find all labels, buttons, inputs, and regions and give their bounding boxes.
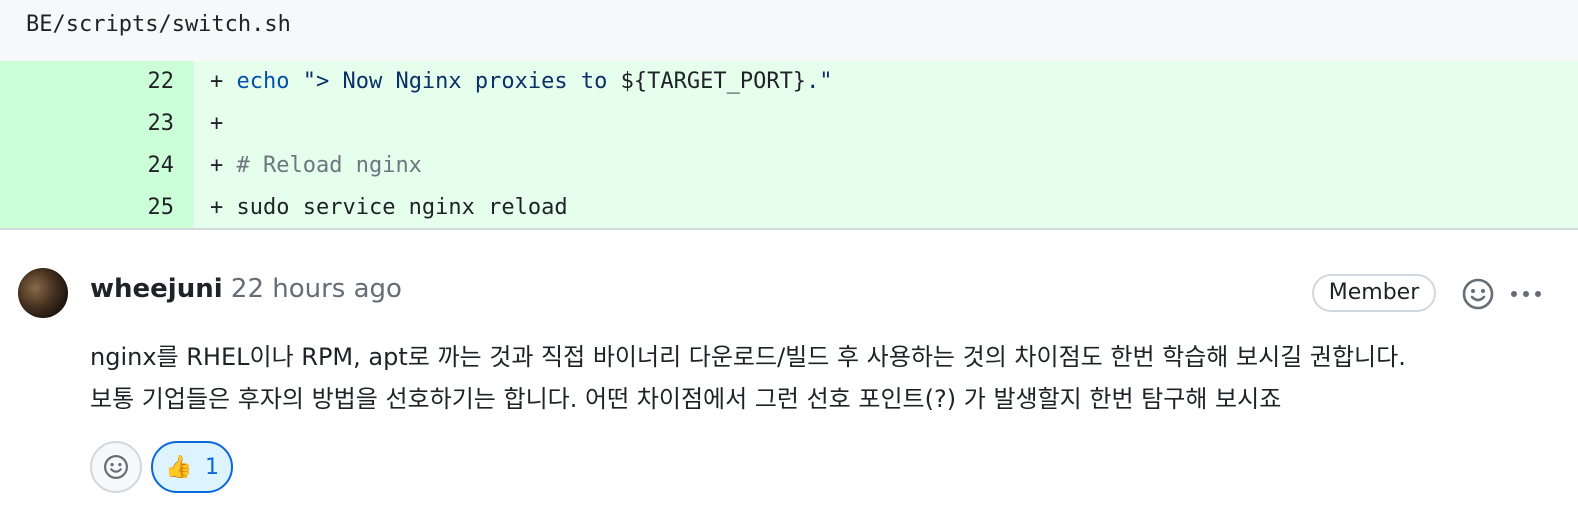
diff-line: 25 + sudo service nginx reload — [0, 187, 1578, 229]
diff-line: 22 + echo "> Now Nginx proxies to ${TARG… — [0, 61, 1578, 103]
thumbs-up-reaction-button[interactable]: 👍 1 — [151, 441, 233, 493]
kebab-horizontal-icon — [1511, 291, 1541, 297]
code-line: + — [194, 103, 1578, 145]
diff-line: 24 + # Reload nginx — [0, 145, 1578, 187]
code-comment: # Reload nginx — [236, 153, 422, 178]
file-header: BE/scripts/switch.sh — [0, 0, 1578, 61]
code-line: + # Reload nginx — [194, 145, 1578, 187]
smiley-icon — [104, 455, 128, 479]
file-path[interactable]: BE/scripts/switch.sh — [26, 12, 291, 37]
add-reaction-button[interactable] — [1460, 276, 1496, 312]
more-options-button[interactable] — [1508, 276, 1544, 312]
diff-line: 23 + — [0, 103, 1578, 145]
reaction-count: 1 — [205, 455, 219, 480]
diff-prefix: + — [210, 153, 237, 178]
code-string: "> Now Nginx proxies to — [289, 69, 621, 94]
divider — [0, 228, 1578, 230]
comment-paragraph: nginx를 RHEL이나 RPM, apt로 까는 것과 직접 바이너리 다운… — [90, 343, 1406, 371]
code-line: + echo "> Now Nginx proxies to ${TARGET_… — [194, 61, 1578, 103]
diff-hunk: 22 + echo "> Now Nginx proxies to ${TARG… — [0, 61, 1578, 229]
thumbs-up-icon: 👍 — [165, 455, 193, 480]
author-link[interactable]: wheejuni — [90, 274, 223, 304]
code-text: sudo service nginx reload — [236, 195, 568, 220]
code-keyword: echo — [236, 69, 290, 94]
diff-prefix: + — [210, 111, 224, 136]
comment-header: wheejuni 22 hours ago — [90, 274, 402, 304]
line-number[interactable]: 24 — [0, 145, 194, 187]
diff-prefix: + — [210, 69, 237, 94]
comment-paragraph: 보통 기업들은 후자의 방법을 선호하기는 합니다. 어떤 차이점에서 그런 선… — [90, 385, 1282, 413]
code-line: + sudo service nginx reload — [194, 187, 1578, 229]
member-badge: Member — [1312, 274, 1436, 312]
comment-body: nginx를 RHEL이나 RPM, apt로 까는 것과 직접 바이너리 다운… — [90, 336, 1560, 420]
line-number[interactable]: 23 — [0, 103, 194, 145]
avatar[interactable] — [18, 268, 68, 318]
add-reaction-pill[interactable] — [90, 441, 142, 493]
code-variable: ${TARGET_PORT} — [620, 69, 807, 94]
diff-prefix: + — [210, 195, 237, 220]
line-number[interactable]: 22 — [0, 61, 194, 103]
line-number[interactable]: 25 — [0, 187, 194, 229]
smiley-icon — [1462, 278, 1494, 310]
timestamp-link[interactable]: 22 hours ago — [231, 274, 402, 304]
code-string-end: ." — [806, 69, 833, 94]
